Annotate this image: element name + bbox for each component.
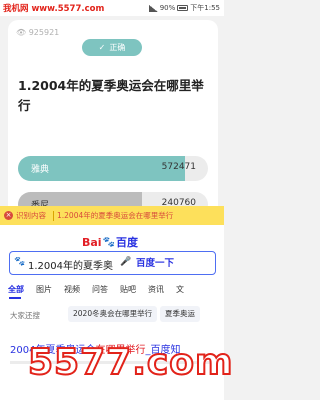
suggest-label: 大家还搜 (10, 311, 40, 320)
mic-icon[interactable]: 🎤 (120, 257, 131, 267)
close-icon: × (4, 211, 13, 220)
site-watermark: 我机网 www.5577.com (3, 4, 105, 14)
search-tabs: 全部 图片 视频 问答 贴吧 资讯 文 (8, 284, 224, 295)
search-input[interactable]: 1.2004年的夏季奥 (28, 257, 113, 272)
tab-all[interactable]: 全部 (8, 284, 24, 295)
tab-images[interactable]: 图片 (36, 284, 52, 295)
baidu-logo: Bai 🐾 百度 (82, 235, 139, 250)
correct-badge: ✓ 正确 (82, 39, 142, 56)
tab-library[interactable]: 文 (176, 284, 184, 295)
site-watermark-large: 5577.com (27, 341, 234, 384)
check-icon: ✓ (98, 43, 106, 52)
search-bar[interactable]: 🐾 1.2004年的夏季奥 🎤 百度一下 (9, 251, 216, 275)
recognition-close-button[interactable]: × 识别内容 (0, 210, 50, 221)
battery-icon (177, 5, 189, 11)
tab-video[interactable]: 视频 (64, 284, 80, 295)
search-button[interactable]: 百度一下 (136, 255, 174, 269)
divider (53, 210, 54, 221)
paw-icon: 🐾 (14, 257, 26, 267)
clock: 下午1:55 (190, 4, 220, 12)
answer-name-1: 雅典 (31, 165, 50, 175)
status-right: 90% 下午1:55 (148, 3, 220, 13)
correct-label: 正确 (109, 43, 126, 52)
paw-icon: 🐾 (102, 236, 116, 248)
tab-news[interactable]: 资讯 (148, 284, 164, 295)
battery-percent: 90% (159, 4, 176, 12)
active-tab-indicator (9, 297, 21, 299)
recognition-label: 识别内容 (16, 211, 46, 220)
tab-tieba[interactable]: 贴吧 (120, 284, 136, 295)
question-text: 1.2004年的夏季奥运会在哪里举行 (18, 78, 204, 113)
tab-qa[interactable]: 问答 (92, 284, 108, 295)
answer-option-1[interactable]: 雅典 572471 (18, 156, 208, 181)
status-bar: 我机网 www.5577.com 90% 下午1:55 (0, 0, 224, 16)
question-id: 👁 925921 (16, 28, 60, 37)
suggestion-chip-2[interactable]: 夏季奥运 (160, 306, 200, 322)
recognition-text: 1.2004年的夏季奥运会在哪里举行 (57, 211, 174, 220)
answer-count-1: 572471 (161, 162, 196, 172)
signal-icon (148, 4, 158, 12)
suggestion-chip-1[interactable]: 2020冬奥会在哪里举行 (68, 306, 158, 322)
recognition-bar: × 识别内容 1.2004年的夏季奥运会在哪里举行 (0, 206, 224, 225)
